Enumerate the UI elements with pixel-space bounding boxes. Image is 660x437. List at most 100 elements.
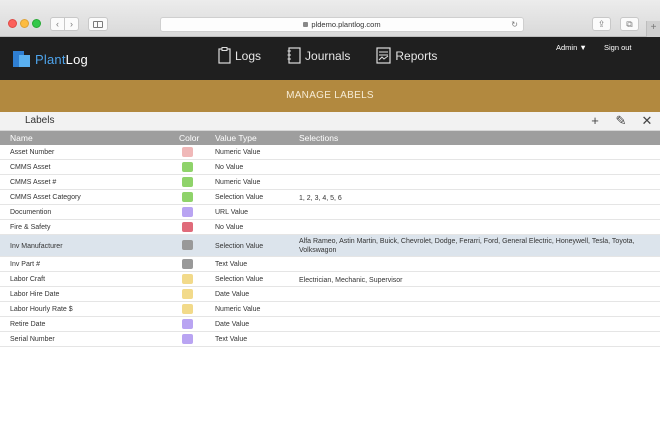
label-name: Labor Hourly Rate $ — [10, 306, 73, 313]
nav-journals[interactable]: Journals — [287, 47, 350, 64]
value-type: Numeric Value — [215, 306, 261, 313]
panel-title: Labels — [25, 115, 55, 126]
label-name: Retire Date — [10, 321, 46, 328]
show-tabs-button[interactable]: ⧉ — [620, 17, 639, 31]
color-swatch — [182, 177, 193, 187]
label-name: Documention — [10, 209, 52, 216]
selections: 1, 2, 3, 4, 5, 6 — [299, 195, 342, 202]
color-swatch — [182, 334, 193, 344]
label-name: Inv Manufacturer — [10, 243, 63, 250]
column-header-name[interactable]: Name — [10, 133, 33, 143]
color-swatch — [182, 274, 193, 284]
label-name: CMMS Asset — [10, 164, 51, 171]
value-type: Text Value — [215, 336, 248, 343]
table-row[interactable]: Inv Part # Text Value — [0, 257, 660, 272]
lock-icon — [303, 22, 309, 27]
tabs-icon: ⧉ — [626, 19, 633, 29]
pencil-icon: ✎ — [615, 113, 627, 128]
value-type: URL Value — [215, 209, 249, 216]
value-type: Date Value — [215, 321, 250, 328]
column-header-color[interactable]: Color — [179, 133, 199, 143]
zoom-window-button[interactable] — [32, 19, 41, 28]
plantlog-logo[interactable]: PlantLog — [13, 49, 88, 69]
browser-toolbar: ‹ › pldemo.plantlog.com ↻ ⇪ ⧉ + — [0, 0, 660, 37]
value-type: Text Value — [215, 261, 248, 268]
admin-dropdown[interactable]: Admin ▼ — [556, 43, 587, 52]
table-row[interactable]: CMMS Asset # Numeric Value — [0, 175, 660, 190]
labels-table: Asset Number Numeric Value CMMS Asset No… — [0, 145, 660, 347]
color-swatch — [182, 147, 193, 157]
edit-label-button[interactable]: ✎ — [614, 114, 628, 128]
color-swatch — [182, 222, 193, 232]
back-button[interactable]: ‹ — [50, 17, 65, 31]
table-header: Name Color Value Type Selections — [0, 131, 660, 145]
selections: Electrician, Mechanic, Supervisor — [299, 277, 403, 284]
label-name: CMMS Asset Category — [10, 194, 81, 201]
logo-icon — [13, 49, 31, 69]
label-name: Labor Craft — [10, 276, 46, 283]
nav-reports-label: Reports — [395, 48, 438, 63]
column-header-value-type[interactable]: Value Type — [215, 133, 257, 143]
label-name: Asset Number — [10, 149, 55, 156]
sidebar-toggle-button[interactable] — [88, 17, 108, 31]
table-row[interactable]: Documention URL Value — [0, 205, 660, 220]
nav-logs-label: Logs — [235, 48, 262, 63]
close-window-button[interactable] — [8, 19, 17, 28]
nav-logs[interactable]: Logs — [218, 47, 261, 64]
label-name: Inv Part # — [10, 261, 40, 268]
sign-out-link[interactable]: Sign out — [604, 43, 632, 52]
label-name: Labor Hire Date — [10, 291, 60, 298]
table-row[interactable]: CMMS Asset Category Selection Value 1, 2… — [0, 190, 660, 205]
color-swatch — [182, 207, 193, 217]
share-button[interactable]: ⇪ — [592, 17, 611, 31]
table-row[interactable]: Asset Number Numeric Value — [0, 145, 660, 160]
table-row[interactable]: Labor Hourly Rate $ Numeric Value — [0, 302, 660, 317]
label-name: CMMS Asset # — [10, 179, 57, 186]
table-row[interactable]: Retire Date Date Value — [0, 317, 660, 332]
table-row-selected[interactable]: Inv Manufacturer Selection Value Alfa Ra… — [0, 235, 660, 257]
logo-text: PlantLog — [35, 51, 88, 67]
new-tab-button[interactable]: + — [646, 21, 660, 37]
table-row[interactable]: Labor Hire Date Date Value — [0, 287, 660, 302]
value-type: Numeric Value — [215, 179, 261, 186]
selections: Alfa Rameo, Astin Martin, Buick, Chevrol… — [299, 238, 635, 254]
address-bar[interactable]: pldemo.plantlog.com ↻ — [160, 17, 524, 32]
value-type: Date Value — [215, 291, 250, 298]
color-swatch — [182, 304, 193, 314]
app-header: PlantLog Logs Journals Reports Admin ▼ S… — [0, 37, 660, 80]
color-swatch — [182, 192, 193, 202]
value-type: No Value — [215, 224, 244, 231]
color-swatch — [182, 319, 193, 329]
table-row[interactable]: CMMS Asset No Value — [0, 160, 660, 175]
label-name: Fire & Safety — [10, 224, 51, 231]
color-swatch — [182, 259, 193, 269]
report-icon — [376, 47, 391, 64]
color-swatch — [182, 289, 193, 299]
chevron-left-icon: ‹ — [56, 19, 59, 29]
forward-button[interactable]: › — [64, 17, 79, 31]
labels-panel-header: Labels + ✎ ✕ — [0, 112, 660, 131]
page-title: MANAGE LABELS — [0, 80, 660, 112]
close-panel-button[interactable]: ✕ — [640, 114, 654, 128]
clipboard-icon — [218, 47, 231, 64]
table-row[interactable]: Labor Craft Selection Value Electrician,… — [0, 272, 660, 287]
url-text: pldemo.plantlog.com — [311, 20, 381, 29]
label-name: Serial Number — [10, 336, 55, 343]
nav-reports[interactable]: Reports — [376, 47, 437, 64]
chevron-right-icon: › — [70, 19, 73, 29]
add-label-button[interactable]: + — [588, 114, 602, 128]
color-swatch — [182, 162, 193, 172]
plus-icon: + — [591, 113, 599, 128]
reload-icon[interactable]: ↻ — [511, 18, 518, 31]
notebook-icon — [287, 47, 301, 64]
nav-journals-label: Journals — [305, 48, 351, 63]
share-icon: ⇪ — [597, 19, 606, 29]
table-row[interactable]: Serial Number Text Value — [0, 332, 660, 347]
value-type: Numeric Value — [215, 149, 261, 156]
value-type: Selection Value — [215, 194, 264, 201]
value-type: Selection Value — [215, 276, 264, 283]
minimize-window-button[interactable] — [20, 19, 29, 28]
value-type: No Value — [215, 164, 244, 171]
column-header-selections[interactable]: Selections — [299, 133, 338, 143]
table-row[interactable]: Fire & Safety No Value — [0, 220, 660, 235]
